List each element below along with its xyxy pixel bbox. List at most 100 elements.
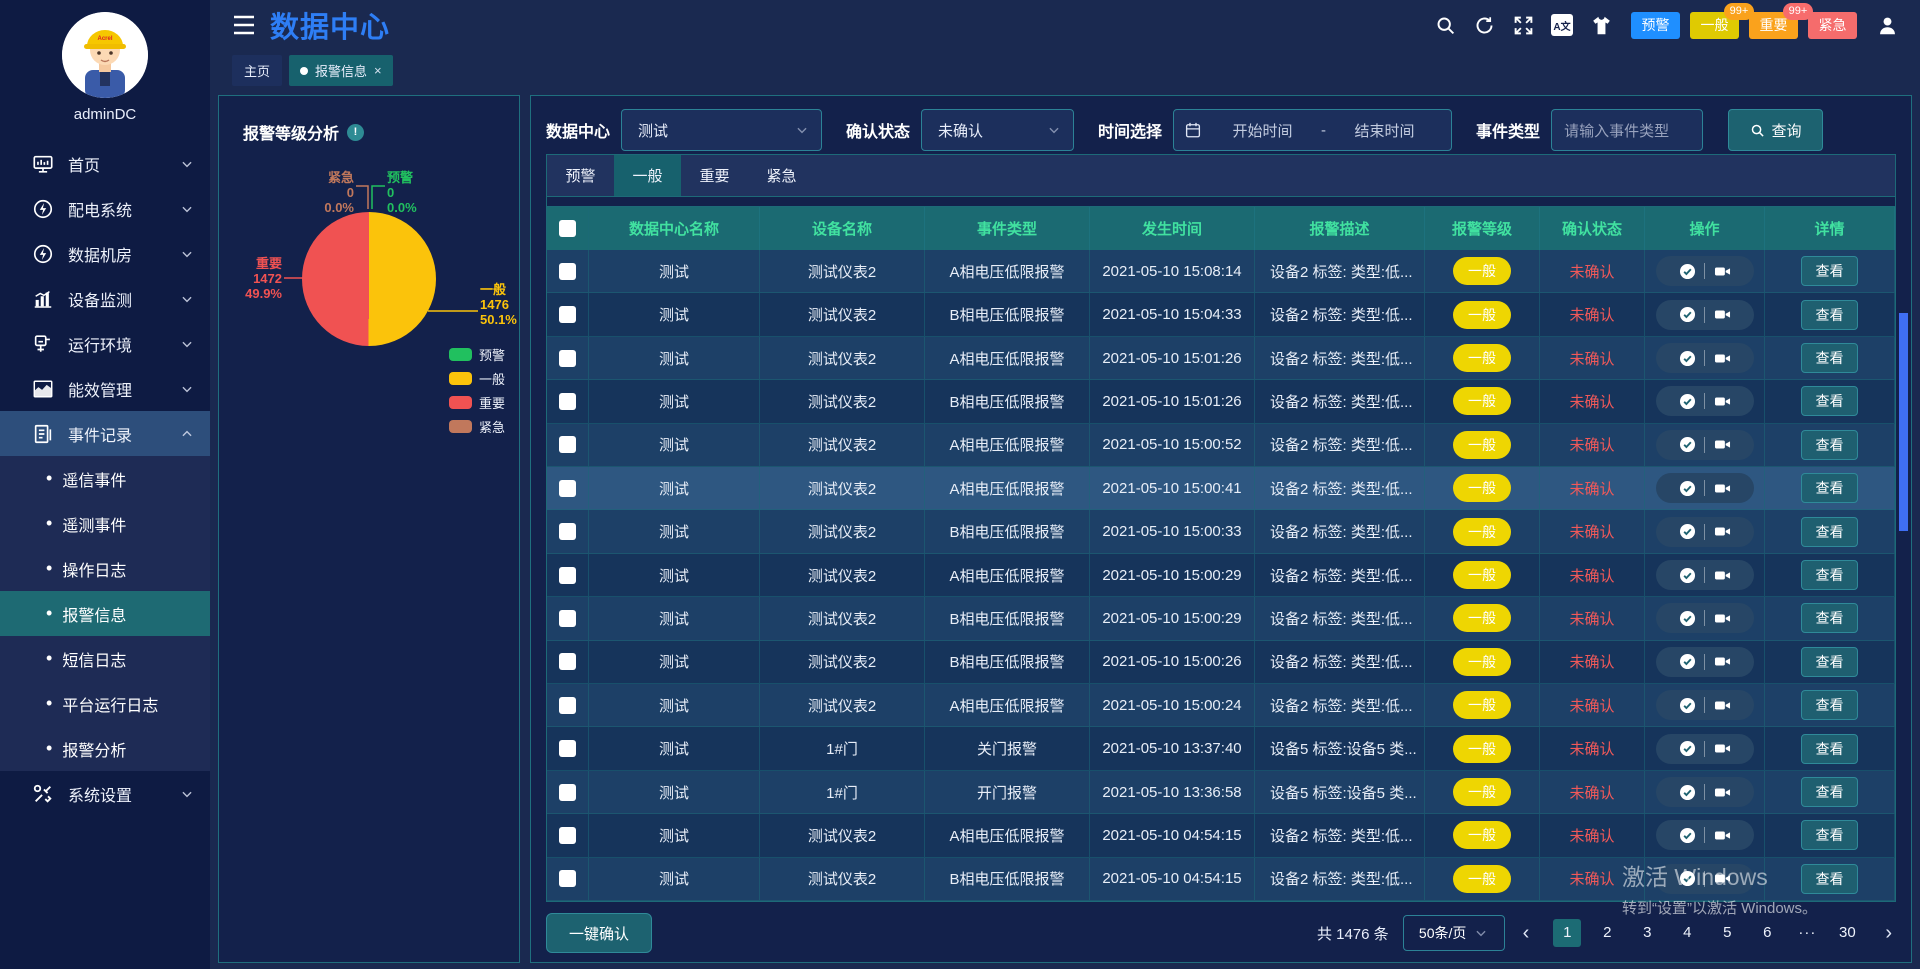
sidebar-subitem-2[interactable]: •操作日志 <box>0 546 210 591</box>
row-checkbox[interactable] <box>559 350 576 367</box>
alarm-button-3[interactable]: 紧急 <box>1808 12 1857 39</box>
avatar[interactable]: Acrel <box>62 12 148 98</box>
confirm-icon[interactable] <box>1670 652 1704 671</box>
info-icon[interactable]: ! <box>347 124 364 141</box>
close-icon[interactable]: × <box>374 63 382 78</box>
confirm-icon[interactable] <box>1670 479 1704 498</box>
sidebar-item-7[interactable]: 系统设置 <box>0 771 210 816</box>
view-button[interactable]: 查看 <box>1801 734 1858 764</box>
row-checkbox[interactable] <box>559 653 576 670</box>
confirm-icon[interactable] <box>1670 262 1704 281</box>
sidebar-item-1[interactable]: 配电系统 <box>0 186 210 231</box>
user-icon[interactable] <box>1876 14 1898 36</box>
camera-icon[interactable] <box>1705 826 1739 845</box>
page-3[interactable]: 3 <box>1633 919 1661 947</box>
sidebar-item-2[interactable]: 数据机房 <box>0 231 210 276</box>
camera-icon[interactable] <box>1705 609 1739 628</box>
page-size-select[interactable]: 50条/页 <box>1403 915 1505 951</box>
view-button[interactable]: 查看 <box>1801 864 1858 894</box>
view-button[interactable]: 查看 <box>1801 300 1858 330</box>
confirm-icon[interactable] <box>1670 349 1704 368</box>
select-all-checkbox[interactable] <box>559 220 576 237</box>
view-button[interactable]: 查看 <box>1801 473 1858 503</box>
sidebar-subitem-1[interactable]: •遥测事件 <box>0 501 210 546</box>
camera-icon[interactable] <box>1705 652 1739 671</box>
sidebar-subitem-3[interactable]: •报警信息 <box>0 591 210 636</box>
row-checkbox[interactable] <box>559 263 576 280</box>
page-1[interactable]: 1 <box>1553 919 1581 947</box>
alarm-button-0[interactable]: 预警 <box>1631 12 1680 39</box>
alarm-tab-2[interactable]: 重要 <box>681 155 748 196</box>
camera-icon[interactable] <box>1705 869 1739 888</box>
camera-icon[interactable] <box>1705 479 1739 498</box>
row-checkbox[interactable] <box>559 870 576 887</box>
view-button[interactable]: 查看 <box>1801 690 1858 720</box>
row-checkbox[interactable] <box>559 610 576 627</box>
datacenter-select[interactable]: 测试 <box>621 109 822 151</box>
camera-icon[interactable] <box>1705 566 1739 585</box>
sidebar-subitem-6[interactable]: •报警分析 <box>0 726 210 771</box>
event-type-input[interactable]: 请输入事件类型 <box>1551 109 1703 151</box>
row-checkbox[interactable] <box>559 436 576 453</box>
menu-toggle-icon[interactable] <box>232 15 256 35</box>
view-button[interactable]: 查看 <box>1801 517 1858 547</box>
page-2[interactable]: 2 <box>1593 919 1621 947</box>
theme-icon[interactable] <box>1590 14 1612 36</box>
next-page-icon[interactable]: › <box>1881 922 1896 945</box>
search-icon[interactable] <box>1434 14 1456 36</box>
sidebar-subitem-4[interactable]: •短信日志 <box>0 636 210 681</box>
confirm-icon[interactable] <box>1670 739 1704 758</box>
confirm-icon[interactable] <box>1670 566 1704 585</box>
row-checkbox[interactable] <box>559 480 576 497</box>
refresh-icon[interactable] <box>1473 14 1495 36</box>
tab-home[interactable]: 主页 <box>232 55 282 86</box>
page-6[interactable]: 6 <box>1753 919 1781 947</box>
view-button[interactable]: 查看 <box>1801 777 1858 807</box>
confirm-icon[interactable] <box>1670 783 1704 802</box>
view-button[interactable]: 查看 <box>1801 820 1858 850</box>
view-button[interactable]: 查看 <box>1801 343 1858 373</box>
view-button[interactable]: 查看 <box>1801 386 1858 416</box>
page-4[interactable]: 4 <box>1673 919 1701 947</box>
status-select[interactable]: 未确认 <box>921 109 1074 151</box>
row-checkbox[interactable] <box>559 306 576 323</box>
confirm-icon[interactable] <box>1670 522 1704 541</box>
camera-icon[interactable] <box>1705 392 1739 411</box>
confirm-icon[interactable] <box>1670 609 1704 628</box>
sidebar-item-3[interactable]: 设备监测 <box>0 276 210 321</box>
language-icon[interactable]: A文 <box>1551 14 1573 36</box>
view-button[interactable]: 查看 <box>1801 430 1858 460</box>
row-checkbox[interactable] <box>559 827 576 844</box>
camera-icon[interactable] <box>1705 739 1739 758</box>
view-button[interactable]: 查看 <box>1801 256 1858 286</box>
alarm-tab-1[interactable]: 一般 <box>614 155 681 196</box>
camera-icon[interactable] <box>1705 262 1739 281</box>
prev-page-icon[interactable]: ‹ <box>1519 922 1534 945</box>
confirm-icon[interactable] <box>1670 305 1704 324</box>
row-checkbox[interactable] <box>559 393 576 410</box>
page-···[interactable]: ··· <box>1793 919 1821 947</box>
camera-icon[interactable] <box>1705 696 1739 715</box>
confirm-all-button[interactable]: 一键确认 <box>546 913 652 953</box>
sidebar-item-6[interactable]: 事件记录 <box>0 411 210 456</box>
confirm-icon[interactable] <box>1670 696 1704 715</box>
scrollbar[interactable] <box>1899 313 1908 531</box>
date-range-picker[interactable]: 开始时间 - 结束时间 <box>1173 109 1452 151</box>
confirm-icon[interactable] <box>1670 435 1704 454</box>
sidebar-subitem-0[interactable]: •遥信事件 <box>0 456 210 501</box>
camera-icon[interactable] <box>1705 305 1739 324</box>
camera-icon[interactable] <box>1705 349 1739 368</box>
view-button[interactable]: 查看 <box>1801 603 1858 633</box>
fullscreen-icon[interactable] <box>1512 14 1534 36</box>
page-5[interactable]: 5 <box>1713 919 1741 947</box>
query-button[interactable]: 查询 <box>1728 109 1823 151</box>
row-checkbox[interactable] <box>559 523 576 540</box>
row-checkbox[interactable] <box>559 567 576 584</box>
sidebar-item-4[interactable]: 运行环境 <box>0 321 210 366</box>
camera-icon[interactable] <box>1705 522 1739 541</box>
alarm-tab-3[interactable]: 紧急 <box>748 155 815 196</box>
confirm-icon[interactable] <box>1670 392 1704 411</box>
sidebar-item-5[interactable]: 能效管理 <box>0 366 210 411</box>
tab-alarm-info[interactable]: 报警信息 × <box>289 55 393 86</box>
row-checkbox[interactable] <box>559 697 576 714</box>
